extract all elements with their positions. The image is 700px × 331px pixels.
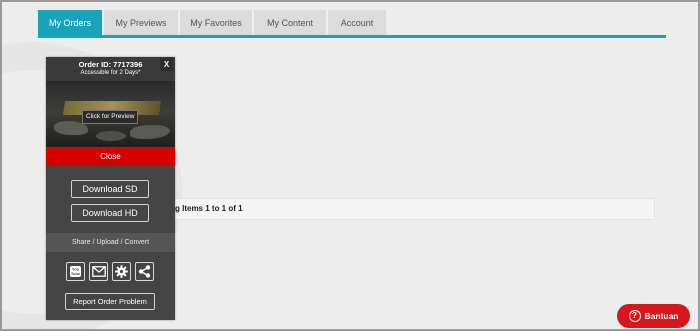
help-label: Bantuan: [644, 311, 679, 321]
share-icon[interactable]: [135, 262, 154, 281]
popup-header: Order ID: 7717396 Accessible for 2 Days*…: [46, 57, 175, 81]
tab-bar: My Orders My Previews My Favorites My Co…: [38, 10, 386, 37]
report-order-problem-button[interactable]: Report Order Problem: [65, 293, 155, 310]
download-sd-button[interactable]: Download SD: [71, 180, 149, 198]
pagination-bar: g Items 1 to 1 of 1: [172, 198, 655, 220]
youtube-icon[interactable]: You Tube: [66, 262, 85, 281]
tab-my-orders[interactable]: My Orders: [38, 10, 102, 37]
video-preview[interactable]: Click for Preview: [46, 81, 175, 147]
order-id: Order ID: 7717396: [78, 60, 143, 69]
tab-my-previews[interactable]: My Previews: [104, 10, 178, 37]
share-icon-row: You Tube: [66, 262, 154, 281]
order-popup: Order ID: 7717396 Accessible for 2 Days*…: [46, 57, 175, 320]
help-question-icon: ?: [628, 310, 641, 322]
tab-my-favorites[interactable]: My Favorites: [180, 10, 252, 37]
mail-icon[interactable]: [89, 262, 108, 281]
preview-rock: [130, 125, 170, 139]
gear-icon[interactable]: [112, 262, 131, 281]
access-duration: Accessible for 2 Days*: [80, 70, 141, 76]
download-hd-button[interactable]: Download HD: [71, 204, 149, 222]
close-button[interactable]: Close: [46, 148, 175, 166]
preview-rock: [96, 131, 126, 141]
tab-my-content[interactable]: My Content: [254, 10, 326, 37]
help-button[interactable]: ? Bantuan: [617, 304, 690, 328]
tab-underline: [38, 35, 666, 38]
tab-account[interactable]: Account: [328, 10, 386, 37]
share-upload-convert-label: Share / Upload / Convert: [46, 233, 175, 252]
close-x-button[interactable]: X: [160, 58, 173, 71]
svg-text:Tube: Tube: [71, 271, 81, 276]
click-for-preview-button[interactable]: Click for Preview: [82, 110, 139, 124]
